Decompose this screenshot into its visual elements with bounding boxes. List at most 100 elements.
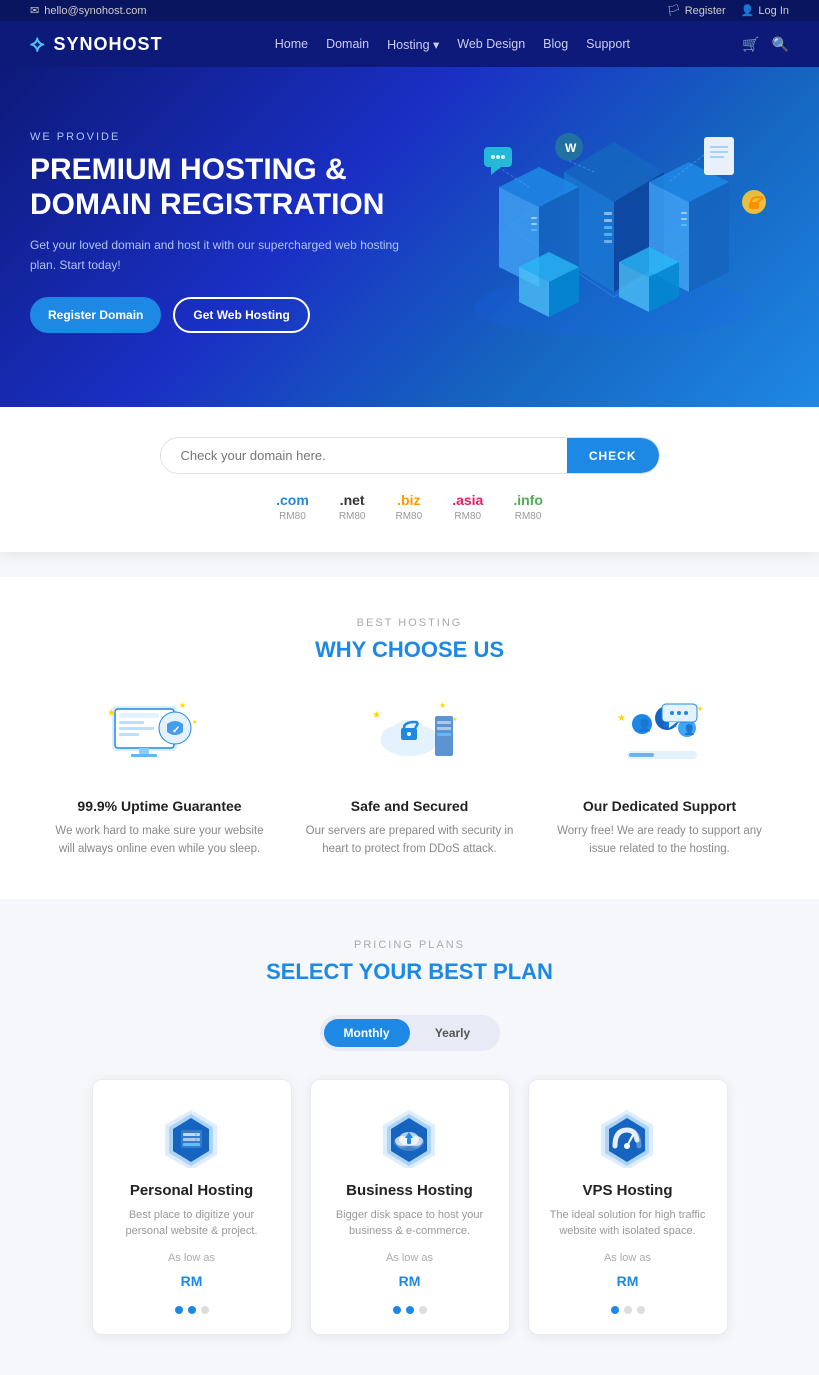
- hero-title: PREMIUM HOSTING & DOMAIN REGISTRATION: [30, 153, 410, 222]
- nav-blog[interactable]: Blog: [543, 37, 568, 51]
- pricing-tag: Pricing Plans: [30, 939, 789, 951]
- plan-personal-name: Personal Hosting: [113, 1182, 271, 1199]
- nav-hosting[interactable]: Hosting ▾: [387, 37, 439, 52]
- hero-description: Get your loved domain and host it with o…: [30, 236, 410, 274]
- domain-search-input[interactable]: [161, 438, 567, 473]
- svg-text:👤: 👤: [683, 723, 695, 736]
- main-nav: Home Domain Hosting ▾ Web Design Blog Su…: [275, 37, 630, 52]
- topbar-actions: 🏳 Register 👤 Log In: [667, 4, 789, 17]
- feature-uptime: ✓ ★ ★ ★ 99.9% Uptime Guarantee We work h…: [55, 693, 265, 859]
- why-tag: Best Hosting: [30, 617, 789, 629]
- feature-safe: ★ ★ ★ Safe and Secured Our servers are p…: [305, 693, 515, 859]
- search-icon[interactable]: 🔍: [772, 36, 789, 53]
- plan-personal: Personal Hosting Best place to digitize …: [92, 1079, 292, 1335]
- plan-personal-desc: Best place to digitize your personal web…: [113, 1207, 271, 1240]
- hero-buttons: Register Domain Get Web Hosting: [30, 297, 410, 333]
- plans-grid: Personal Hosting Best place to digitize …: [30, 1079, 789, 1335]
- yearly-toggle[interactable]: Yearly: [410, 1019, 496, 1047]
- tld-net: .net RM80: [339, 492, 366, 522]
- email-icon: ✉: [30, 4, 39, 17]
- svg-text:★: ★: [617, 713, 626, 724]
- uptime-icon: ✓ ★ ★ ★: [105, 693, 215, 783]
- svg-text:★: ★: [107, 708, 116, 719]
- domain-check-button[interactable]: CHECK: [567, 438, 659, 473]
- plan-business: Business Hosting Bigger disk space to ho…: [310, 1079, 510, 1335]
- nav-utilities: 🛒 🔍: [742, 36, 789, 53]
- login-link[interactable]: 👤 Log In: [741, 4, 789, 17]
- plan-dot-inactive: [624, 1306, 632, 1314]
- tld-biz: .biz RM80: [396, 492, 423, 522]
- plan-personal-icon: [157, 1108, 227, 1168]
- plan-business-icon: [375, 1108, 445, 1168]
- feature-safe-desc: Our servers are prepared with security i…: [305, 822, 515, 859]
- plan-vps: VPS Hosting The ideal solution for high …: [528, 1079, 728, 1335]
- svg-text:★: ★: [192, 719, 197, 726]
- feature-uptime-title: 99.9% Uptime Guarantee: [55, 798, 265, 814]
- tld-asia: .asia RM80: [452, 492, 483, 522]
- why-title: WHY CHOOSE US: [30, 637, 789, 663]
- plan-dot: [188, 1306, 196, 1314]
- support-icon: 👤 👤 👤 ★: [605, 693, 715, 783]
- plan-personal-price: RM: [113, 1268, 271, 1294]
- svg-text:✓: ✓: [172, 725, 180, 736]
- svg-text:★: ★: [179, 701, 186, 710]
- feature-support-desc: Worry free! We are ready to support any …: [555, 822, 765, 859]
- plan-business-lowlabel: As low as: [331, 1252, 489, 1264]
- nav-home[interactable]: Home: [275, 37, 308, 51]
- plan-personal-lowlabel: As low as: [113, 1252, 271, 1264]
- hero-content: WE PROVIDE PREMIUM HOSTING & DOMAIN REGI…: [30, 131, 410, 332]
- plan-business-name: Business Hosting: [331, 1182, 489, 1199]
- plan-dot-inactive: [201, 1306, 209, 1314]
- monthly-toggle[interactable]: Monthly: [324, 1019, 410, 1047]
- register-link[interactable]: 🏳 Register: [667, 4, 726, 17]
- plan-vps-price: RM: [549, 1268, 707, 1294]
- safe-icon: ★ ★ ★: [355, 693, 465, 783]
- features-grid: ✓ ★ ★ ★ 99.9% Uptime Guarantee We work h…: [30, 693, 789, 859]
- pricing-title: SELECT YOUR BEST PLAN: [30, 959, 789, 985]
- plan-personal-dots: [113, 1306, 271, 1314]
- nav-webdesign[interactable]: Web Design: [457, 37, 525, 51]
- logo[interactable]: ⟡ SYNOHOST: [30, 31, 163, 57]
- topbar: ✉ hello@synohost.com 🏳 Register 👤 Log In: [0, 0, 819, 21]
- tld-com: .com RM80: [276, 492, 309, 522]
- tld-list: .com RM80 .net RM80 .biz RM80 .asia RM80…: [60, 492, 759, 522]
- pricing-section: Pricing Plans SELECT YOUR BEST PLAN Mont…: [0, 899, 819, 1375]
- logo-text: SYNOHOST: [54, 34, 163, 55]
- feature-support-title: Our Dedicated Support: [555, 798, 765, 814]
- plan-dot: [175, 1306, 183, 1314]
- pricing-toggle: Monthly Yearly: [320, 1015, 500, 1051]
- plan-vps-name: VPS Hosting: [549, 1182, 707, 1199]
- plan-dot-inactive: [637, 1306, 645, 1314]
- svg-text:★: ★: [452, 716, 457, 723]
- nav-domain[interactable]: Domain: [326, 37, 369, 51]
- plan-vps-icon: [593, 1108, 663, 1168]
- svg-text:👤: 👤: [637, 718, 652, 732]
- plan-vps-lowlabel: As low as: [549, 1252, 707, 1264]
- header: ⟡ SYNOHOST Home Domain Hosting ▾ Web Des…: [0, 21, 819, 67]
- flag-icon: 🏳: [667, 4, 681, 17]
- hero-illustration: W: [449, 117, 789, 347]
- feature-uptime-desc: We work hard to make sure your website w…: [55, 822, 265, 859]
- svg-text:★: ★: [697, 705, 703, 713]
- plan-dot: [393, 1306, 401, 1314]
- svg-text:W: W: [565, 141, 577, 155]
- plan-business-desc: Bigger disk space to host your business …: [331, 1207, 489, 1240]
- plan-vps-dots: [549, 1306, 707, 1314]
- domain-section: CHECK .com RM80 .net RM80 .biz RM80 .asi…: [0, 407, 819, 552]
- hero-svg: W: [449, 117, 779, 347]
- svg-text:★: ★: [439, 701, 446, 710]
- get-hosting-button[interactable]: Get Web Hosting: [173, 297, 309, 333]
- hero-subtitle: WE PROVIDE: [30, 131, 410, 143]
- feature-safe-title: Safe and Secured: [305, 798, 515, 814]
- tld-info: .info RM80: [513, 492, 543, 522]
- plan-dot: [406, 1306, 414, 1314]
- plan-business-price: RM: [331, 1268, 489, 1294]
- register-domain-button[interactable]: Register Domain: [30, 297, 161, 333]
- domain-search-bar: CHECK: [160, 437, 660, 474]
- plan-dot: [611, 1306, 619, 1314]
- plan-business-dots: [331, 1306, 489, 1314]
- nav-support[interactable]: Support: [586, 37, 630, 51]
- cart-icon[interactable]: 🛒: [742, 36, 759, 53]
- hero-section: WE PROVIDE PREMIUM HOSTING & DOMAIN REGI…: [0, 67, 819, 407]
- plan-dot-inactive: [419, 1306, 427, 1314]
